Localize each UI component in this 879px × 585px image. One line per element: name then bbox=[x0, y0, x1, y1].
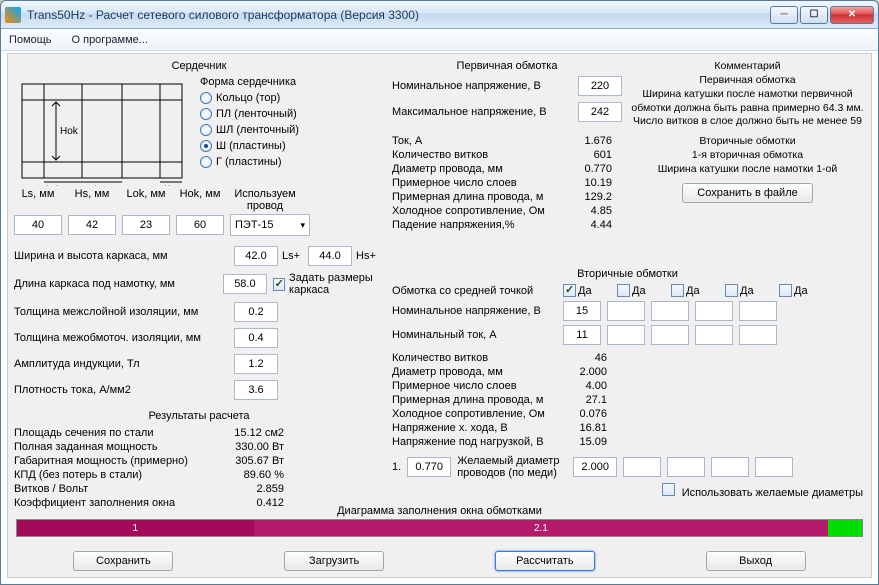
save-comment-button[interactable]: Сохранить в файле bbox=[682, 183, 812, 203]
menu-about[interactable]: О программе... bbox=[72, 34, 148, 46]
sec5-current-input[interactable] bbox=[739, 325, 777, 345]
bar-segment-secondary: 2.1 bbox=[254, 520, 829, 536]
primary-max-input[interactable] bbox=[578, 102, 622, 122]
sec2-nominal-input[interactable] bbox=[607, 301, 645, 321]
core-heading: Сердечник bbox=[14, 60, 384, 72]
comment-sec-sub: 1-я вторичная обмотка bbox=[630, 149, 865, 161]
wish2-diameter[interactable] bbox=[623, 457, 661, 477]
sec5-nominal-input[interactable] bbox=[739, 301, 777, 321]
comment-prim-text: Ширина катушки после намотки первичной о… bbox=[630, 88, 865, 129]
dim-lok-label: Lok, мм bbox=[122, 188, 170, 212]
winding-len-input[interactable] bbox=[223, 274, 267, 294]
sec1-midpoint-check[interactable] bbox=[563, 284, 576, 297]
sec5-midpoint-check[interactable] bbox=[779, 284, 792, 297]
radio-shl[interactable]: ШЛ (ленточный) bbox=[200, 122, 384, 138]
sec4-current-input[interactable] bbox=[695, 325, 733, 345]
exit-button[interactable]: Выход bbox=[706, 551, 806, 571]
input-hok[interactable] bbox=[176, 215, 224, 235]
core-diagram: Hok Lok Ls Hs bbox=[14, 76, 194, 186]
sec4-nominal-input[interactable] bbox=[695, 301, 733, 321]
input-hs[interactable] bbox=[68, 215, 116, 235]
set-sizes-checkbox[interactable] bbox=[273, 278, 285, 291]
app-icon bbox=[5, 7, 21, 23]
sec3-nominal-input[interactable] bbox=[651, 301, 689, 321]
sec3-current-input[interactable] bbox=[651, 325, 689, 345]
wish4-diameter[interactable] bbox=[711, 457, 749, 477]
results-title: Результаты расчета bbox=[14, 410, 384, 422]
result-row: КПД (без потерь в стали)89.60 % bbox=[14, 468, 384, 482]
result-row: Площадь сечения по стали15.12 см2 bbox=[14, 426, 384, 440]
frame-w-input[interactable] bbox=[234, 246, 278, 266]
sec1-nominal-input[interactable] bbox=[563, 301, 601, 321]
fill-bar: 1 2.1 bbox=[16, 519, 863, 537]
comment-prim-title: Первичная обмотка bbox=[630, 74, 865, 86]
sec3-midpoint-check[interactable] bbox=[671, 284, 684, 297]
sec4-midpoint-check[interactable] bbox=[725, 284, 738, 297]
comment-heading: Комментарий bbox=[630, 60, 865, 72]
titlebar[interactable]: Trans50Hz - Расчет сетевого силового тра… bbox=[1, 1, 878, 29]
primary-heading: Первичная обмотка bbox=[392, 60, 622, 72]
radio-g[interactable]: Г (пластины) bbox=[200, 154, 384, 170]
menu-help[interactable]: Помощь bbox=[9, 34, 52, 46]
result-row: Габаритная мощность (примерно)305.67 Вт bbox=[14, 454, 384, 468]
induction-input[interactable] bbox=[234, 354, 278, 374]
diagram-title: Диаграмма заполнения окна обмотками bbox=[16, 505, 863, 517]
save-button[interactable]: Сохранить bbox=[73, 551, 173, 571]
svg-text:Lok: Lok bbox=[46, 184, 61, 186]
shape-label: Форма сердечника bbox=[200, 76, 384, 88]
actual-diameter[interactable] bbox=[407, 457, 451, 477]
result-row: Полная заданная мощность330.00 Вт bbox=[14, 440, 384, 454]
svg-text:Hok: Hok bbox=[60, 126, 79, 137]
use-wish-checkbox[interactable] bbox=[662, 483, 675, 496]
primary-nominal-input[interactable] bbox=[578, 76, 622, 96]
main-window: Trans50Hz - Расчет сетевого силового тра… bbox=[0, 0, 879, 585]
svg-text:Hs: Hs bbox=[164, 184, 175, 186]
winding-len-label: Длина каркаса под намотку, мм bbox=[14, 278, 223, 290]
frame-h-input[interactable] bbox=[308, 246, 352, 266]
interlayer-label: Толщина межслойной изоляции, мм bbox=[14, 306, 234, 318]
density-label: Плотность тока, А/мм2 bbox=[14, 384, 234, 396]
wish1-diameter[interactable] bbox=[573, 457, 617, 477]
bar-segment-free bbox=[828, 520, 862, 536]
sec1-current-input[interactable] bbox=[563, 325, 601, 345]
menubar: Помощь О программе... bbox=[1, 29, 878, 51]
wire-label: Используем провод bbox=[230, 188, 300, 212]
induction-label: Амплитуда индукции, Тл bbox=[14, 358, 234, 370]
window-title: Trans50Hz - Расчет сетевого силового тра… bbox=[27, 8, 770, 22]
comment-sec-text: Ширина катушки после намотки 1-ой bbox=[630, 163, 865, 177]
minimize-button[interactable]: ─ bbox=[770, 6, 798, 24]
interwinding-input[interactable] bbox=[234, 328, 278, 348]
radio-sh[interactable]: Ш (пластины) bbox=[200, 138, 384, 154]
dim-hok-label: Hok, мм bbox=[176, 188, 224, 212]
input-ls[interactable] bbox=[14, 215, 62, 235]
bar-segment-primary: 1 bbox=[17, 520, 254, 536]
dim-hs-label: Hs, мм bbox=[68, 188, 116, 212]
dim-ls-label: Ls, мм bbox=[14, 188, 62, 212]
load-button[interactable]: Загрузить bbox=[284, 551, 384, 571]
radio-pl[interactable]: ПЛ (ленточный) bbox=[200, 106, 384, 122]
comment-sec-heading: Вторичные обмотки bbox=[630, 135, 865, 147]
content-area: Сердечник Hok Lok bbox=[7, 53, 872, 578]
sec2-midpoint-check[interactable] bbox=[617, 284, 630, 297]
maximize-button[interactable]: ☐ bbox=[800, 6, 828, 24]
result-row: Витков / Вольт2.859 bbox=[14, 482, 384, 496]
frame-wh-label: Ширина и высота каркаса, мм bbox=[14, 250, 234, 262]
interwinding-label: Толщина межобмоточ. изоляции, мм bbox=[14, 332, 234, 344]
close-button[interactable]: ✕ bbox=[830, 6, 874, 24]
radio-ring[interactable]: Кольцо (тор) bbox=[200, 90, 384, 106]
wish3-diameter[interactable] bbox=[667, 457, 705, 477]
input-lok[interactable] bbox=[122, 215, 170, 235]
calculate-button[interactable]: Рассчитать bbox=[495, 551, 595, 571]
svg-text:Ls: Ls bbox=[94, 184, 104, 186]
density-input[interactable] bbox=[234, 380, 278, 400]
wish5-diameter[interactable] bbox=[755, 457, 793, 477]
sec2-current-input[interactable] bbox=[607, 325, 645, 345]
interlayer-input[interactable] bbox=[234, 302, 278, 322]
secondary-heading: Вторичные обмотки bbox=[392, 268, 863, 280]
wire-select[interactable]: ПЭТ-15 bbox=[230, 214, 310, 236]
